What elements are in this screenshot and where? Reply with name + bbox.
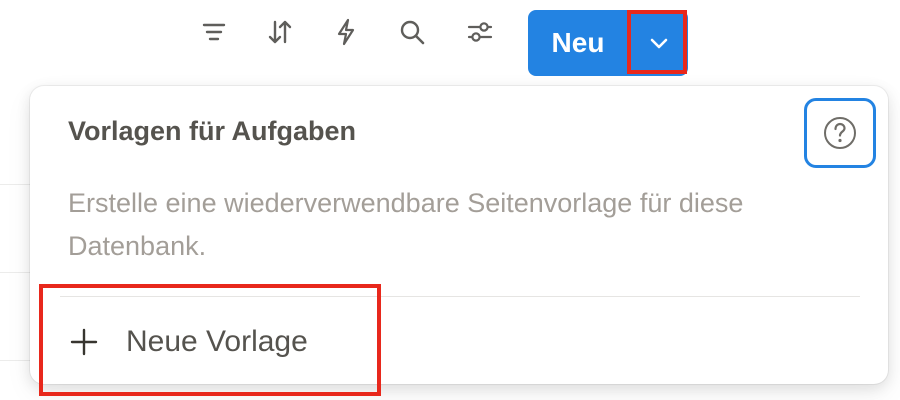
search-icon bbox=[400, 20, 425, 45]
chevron-down-icon bbox=[650, 38, 667, 49]
filter-icon bbox=[202, 23, 226, 41]
templates-menu: Vorlagen für Aufgaben Erstelle eine wied… bbox=[30, 86, 888, 384]
new-button-label: Neu bbox=[551, 27, 605, 58]
templates-menu-title: Vorlagen für Aufgaben bbox=[68, 116, 357, 146]
help-button[interactable] bbox=[804, 98, 876, 168]
filter-button[interactable] bbox=[192, 10, 236, 54]
sort-button[interactable] bbox=[258, 10, 302, 54]
new-options-button[interactable] bbox=[629, 10, 688, 76]
new-template-label: Neue Vorlage bbox=[126, 325, 308, 358]
templates-menu-description: Erstelle eine wiederverwendbare Seitenvo… bbox=[68, 188, 744, 261]
new-split-button: Neu bbox=[528, 10, 688, 76]
settings-icon bbox=[467, 22, 493, 42]
menu-divider bbox=[60, 296, 860, 297]
sort-icon bbox=[268, 20, 292, 44]
search-button[interactable] bbox=[390, 10, 434, 54]
help-icon bbox=[824, 117, 856, 149]
page: Neu Vorlagen für Aufgaben Erstelle eine … bbox=[0, 0, 900, 400]
automation-icon bbox=[337, 18, 355, 46]
plus-icon bbox=[64, 322, 104, 362]
new-button[interactable]: Neu bbox=[528, 10, 628, 76]
automation-button[interactable] bbox=[324, 10, 368, 54]
view-settings-button[interactable] bbox=[458, 10, 502, 54]
new-template-button[interactable]: Neue Vorlage bbox=[44, 304, 374, 380]
